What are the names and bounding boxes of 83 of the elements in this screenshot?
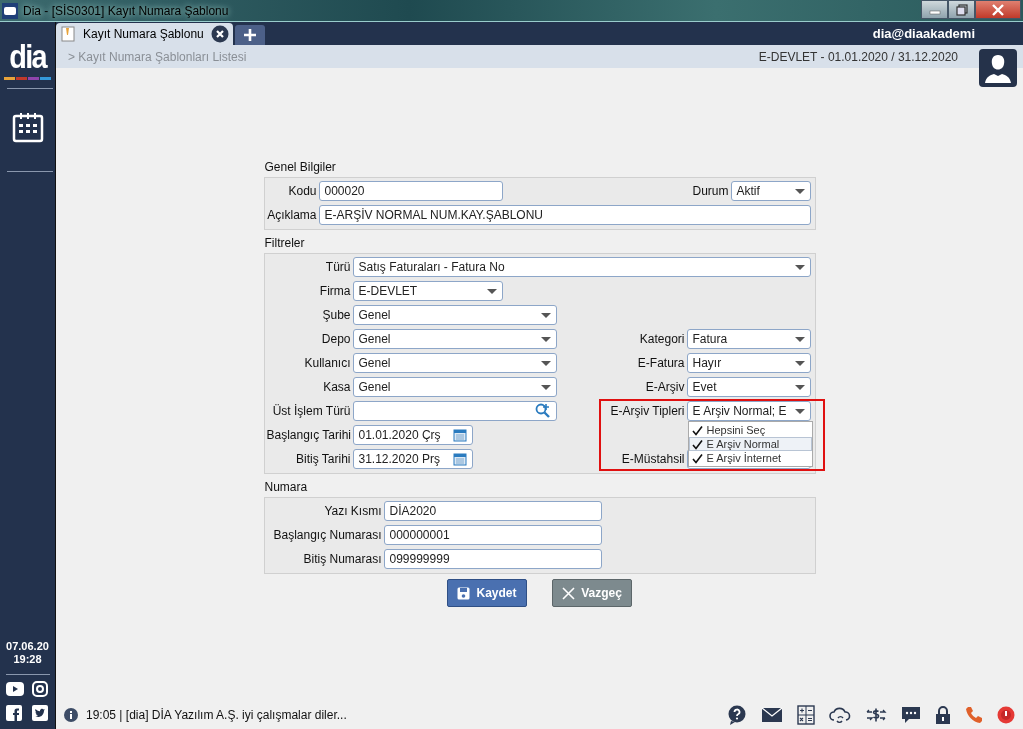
user-avatar-icon[interactable] [979, 49, 1017, 87]
filter-field[interactable]: Genel [352, 305, 557, 325]
youtube-icon[interactable] [5, 681, 24, 697]
field-label: E-Arşiv Tipleri [610, 404, 685, 418]
new-tab-button[interactable] [234, 25, 265, 45]
filter-field[interactable]: E Arşiv Normal; E [686, 401, 811, 421]
minimize-button[interactable] [921, 0, 948, 19]
number-field[interactable]: 000000001 [383, 525, 602, 545]
field-label: Türü [324, 260, 351, 274]
field-label: Başlangıç Tarihi [266, 428, 351, 442]
close-icon [562, 586, 576, 600]
filter-field[interactable]: Evet [686, 377, 811, 397]
calculator-icon[interactable] [797, 705, 815, 725]
username: dia@diaakademi [872, 26, 975, 41]
calendar-icon[interactable] [11, 111, 44, 143]
number-field[interactable]: 099999999 [383, 549, 602, 569]
filter-field[interactable]: Genel [352, 377, 557, 397]
plus-icon [242, 28, 257, 42]
filter-field[interactable]: Genel [352, 329, 557, 349]
field-label: Kategori [639, 332, 685, 346]
document-icon [60, 26, 76, 42]
mail-icon[interactable] [761, 707, 783, 723]
app-logo-icon [2, 2, 18, 19]
field-label: Bitiş Numarası [302, 552, 382, 566]
currency-exchange-icon[interactable] [865, 706, 887, 724]
status-dropdown[interactable]: Aktif [730, 181, 811, 201]
filter-field[interactable] [352, 401, 557, 421]
save-button[interactable]: Kaydet [447, 579, 527, 607]
chat-icon[interactable] [901, 705, 921, 725]
dropdown-option[interactable]: Hepsini Seç [688, 423, 812, 437]
filter-field[interactable]: Fatura [686, 329, 811, 349]
tab[interactable]: Kayıt Numara Şablonu [56, 23, 233, 45]
filter-field[interactable]: E-DEVLET [352, 281, 503, 301]
filter-field[interactable]: 01.01.2020 Çrş [352, 425, 473, 445]
filter-field[interactable]: Genel [352, 353, 557, 373]
number-field[interactable]: DİA2020 [383, 501, 602, 521]
field-label: E-Arşiv [645, 380, 685, 394]
section-title: Filtreler [264, 236, 306, 250]
field-label: Firma [318, 284, 351, 298]
field-label: Depo [320, 332, 351, 346]
dropdown-option[interactable]: E Arşiv Normal [688, 437, 812, 451]
sidebar-time: 19:28 [13, 653, 42, 666]
tab-close-icon[interactable] [210, 25, 229, 43]
section-title: Numara [264, 480, 309, 494]
status-message: 19:05 | [dia] DİA Yazılım A.Ş. iyi çalışmalar diler... [86, 708, 347, 722]
instagram-icon[interactable] [31, 681, 48, 697]
description-field[interactable]: E-ARŞİV NORMAL NUM.KAY.ŞABLONU [318, 205, 811, 225]
field-label: Yazı Kısmı [323, 504, 382, 518]
field-label: Bitiş Tarihi [295, 452, 351, 466]
field-label: E-Fatura [637, 356, 685, 370]
save-icon [457, 586, 471, 600]
close-button[interactable] [975, 0, 1021, 19]
field-label: Durum [692, 184, 729, 198]
window-title: Dia - [SİS0301] Kayıt Numara Şablonu [23, 3, 229, 18]
facebook-icon[interactable] [5, 705, 22, 721]
cloud-sync-icon[interactable] [829, 706, 851, 724]
help-icon[interactable] [727, 705, 747, 725]
twitter-icon[interactable] [31, 705, 48, 721]
company-period: E-DEVLET - 01.01.2020 / 31.12.2020 [758, 49, 958, 64]
field-label: Açıklama [266, 208, 317, 222]
filter-field[interactable]: Satış Faturaları - Fatura No [352, 257, 811, 277]
info-icon [64, 708, 78, 722]
field-label: Üst İşlem Türü [271, 404, 351, 418]
dropdown-option[interactable]: E Arşiv İnternet [688, 451, 812, 465]
restore-icon [955, 3, 968, 16]
search-add-icon[interactable] [534, 403, 551, 419]
field-label: Kasa [322, 380, 351, 394]
section-title: Genel Bilgiler [264, 160, 337, 174]
cancel-button[interactable]: Vazgeç [552, 579, 632, 607]
field-label: Başlangıç Numarası [272, 528, 382, 542]
phone-icon[interactable] [965, 706, 983, 724]
field-label: Kullanıcı [303, 356, 351, 370]
code-field[interactable]: 000020 [318, 181, 503, 201]
field-label: Kodu [287, 184, 317, 198]
lock-icon[interactable] [935, 705, 951, 725]
filter-field[interactable]: 31.12.2020 Prş [352, 449, 473, 469]
filter-field[interactable]: Hayır [686, 353, 811, 373]
sidebar-date: 07.06.20 [6, 640, 49, 653]
notification-icon[interactable] [997, 706, 1015, 724]
maximize-button[interactable] [948, 0, 975, 19]
field-label: E-Müstahsil [621, 452, 685, 466]
field-label: Şube [321, 308, 351, 322]
close-icon [991, 3, 1005, 16]
